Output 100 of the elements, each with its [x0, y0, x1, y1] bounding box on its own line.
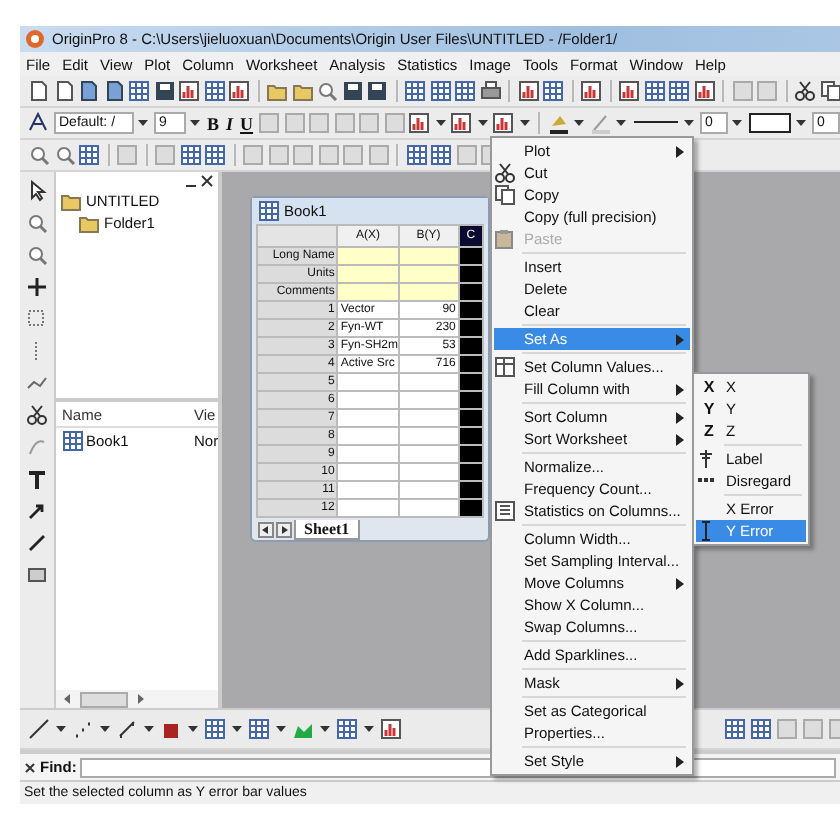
- table-cell: [398, 427, 459, 445]
- caret-icon[interactable]: [572, 116, 587, 130]
- table-cell: [337, 445, 399, 463]
- folder-icon: [78, 212, 100, 234]
- crosshair-icon[interactable]: [26, 276, 48, 298]
- submenu-arrow-icon: [674, 575, 686, 591]
- toolbar-icon[interactable]: [228, 80, 250, 102]
- caret-icon[interactable]: [730, 116, 745, 130]
- toolbar-icon[interactable]: [128, 80, 150, 102]
- toolbar-icon[interactable]: [580, 80, 602, 102]
- toolbar-icon[interactable]: [28, 80, 50, 102]
- table-cell: [337, 373, 399, 391]
- toolbar-icon[interactable]: [179, 144, 201, 166]
- rectangle-tool-icon[interactable]: [26, 564, 48, 586]
- table-cell: [337, 427, 399, 445]
- caret-icon[interactable]: [142, 722, 156, 736]
- mask-icon[interactable]: [26, 372, 48, 394]
- toolbar-icon[interactable]: [78, 144, 100, 166]
- toolbar-icon[interactable]: [724, 718, 746, 740]
- toolbar-icon[interactable]: [643, 80, 665, 102]
- column-chart-icon[interactable]: [160, 718, 182, 740]
- border-style-icon[interactable]: [747, 112, 792, 134]
- toolbar-icon[interactable]: [103, 80, 125, 102]
- fill-color-icon[interactable]: [547, 112, 570, 134]
- table-cell: [398, 373, 459, 391]
- caret-icon[interactable]: [475, 116, 490, 130]
- toolbar-icon[interactable]: [517, 80, 539, 102]
- scroll-left-icon[interactable]: [62, 692, 72, 706]
- bold-button[interactable]: B: [205, 113, 222, 133]
- app-logo-icon: [24, 28, 46, 50]
- toolbar-icon[interactable]: [405, 144, 427, 166]
- line-tool-icon[interactable]: [26, 532, 48, 554]
- table-icon[interactable]: [248, 718, 270, 740]
- underline-button[interactable]: U: [238, 113, 256, 133]
- toolbar-icon[interactable]: [366, 80, 388, 102]
- toolbar-icon[interactable]: [404, 80, 426, 102]
- scissors-icon: [494, 162, 516, 184]
- caret-icon[interactable]: [682, 116, 697, 130]
- caret-icon[interactable]: [517, 116, 532, 130]
- italic-button[interactable]: I: [224, 113, 236, 133]
- caret-icon[interactable]: [54, 722, 68, 736]
- toolbar-icon[interactable]: [430, 144, 452, 166]
- table-icon[interactable]: [336, 718, 358, 740]
- toolbar-icon[interactable]: [750, 718, 772, 740]
- toolbar-icon[interactable]: [341, 80, 363, 102]
- previous-sheet-icon[interactable]: [258, 522, 274, 538]
- caret-icon[interactable]: [433, 116, 448, 130]
- submenu-arrow-icon: [674, 331, 686, 347]
- caret-icon[interactable]: [362, 722, 376, 736]
- toolbar-icon[interactable]: [408, 112, 431, 134]
- letter-icon: Z: [704, 422, 714, 440]
- letter-icon: Y: [703, 400, 715, 418]
- caret-icon[interactable]: [136, 116, 150, 130]
- toolbar-icon[interactable]: [204, 144, 226, 166]
- caret-icon[interactable]: [614, 116, 629, 130]
- pointer-icon[interactable]: [26, 180, 48, 202]
- arrow-tool-icon[interactable]: [26, 500, 48, 522]
- table-cell: [398, 499, 459, 517]
- zoom-in-icon[interactable]: [26, 212, 48, 234]
- toolbar-icon[interactable]: [429, 80, 451, 102]
- toolbar-icon[interactable]: [178, 80, 200, 102]
- scroll-right-icon[interactable]: [136, 692, 146, 706]
- chart-icon[interactable]: [380, 718, 402, 740]
- toolbar-icon[interactable]: [53, 80, 75, 102]
- toolbar-icon[interactable]: [450, 112, 473, 134]
- next-sheet-icon[interactable]: [276, 522, 292, 538]
- table-icon[interactable]: [204, 718, 226, 740]
- table-cell: [398, 445, 459, 463]
- sheet-tab[interactable]: Sheet1: [294, 520, 360, 540]
- table-cell: [398, 481, 459, 499]
- scroll-thumb[interactable]: [80, 691, 128, 707]
- toolbar-icon[interactable]: [78, 80, 100, 102]
- font-icon[interactable]: [28, 112, 50, 134]
- caret-icon[interactable]: [274, 722, 288, 736]
- horizontal-scrollbar[interactable]: [56, 690, 218, 708]
- toolbar-icon[interactable]: [454, 80, 476, 102]
- caret-icon[interactable]: [794, 116, 809, 130]
- close-icon[interactable]: [200, 174, 214, 188]
- caret-icon[interactable]: [98, 722, 112, 736]
- toolbar-icon[interactable]: [492, 112, 515, 134]
- toolbar-icon[interactable]: [693, 80, 715, 102]
- header-cell: [257, 225, 338, 247]
- toolbar-icon[interactable]: [794, 80, 816, 102]
- toolbar-icon[interactable]: [618, 80, 640, 102]
- zoom-out-icon[interactable]: [26, 244, 48, 266]
- toolbar-icon[interactable]: [819, 80, 840, 102]
- text-tool-icon[interactable]: [26, 468, 48, 490]
- caret-icon[interactable]: [318, 722, 332, 736]
- toolbar-icon[interactable]: [153, 80, 175, 102]
- submenu-arrow-icon: [674, 143, 686, 159]
- selection-icon[interactable]: [26, 308, 48, 330]
- toolbar-icon[interactable]: [542, 80, 564, 102]
- close-icon[interactable]: [24, 761, 36, 773]
- toolbar-icon[interactable]: [203, 80, 225, 102]
- toolbar-icon[interactable]: [668, 80, 690, 102]
- toolbar-icon[interactable]: [479, 80, 501, 102]
- caret-icon[interactable]: [186, 722, 200, 736]
- caret-icon[interactable]: [188, 116, 202, 130]
- scissors-icon[interactable]: [26, 404, 48, 426]
- caret-icon[interactable]: [230, 722, 244, 736]
